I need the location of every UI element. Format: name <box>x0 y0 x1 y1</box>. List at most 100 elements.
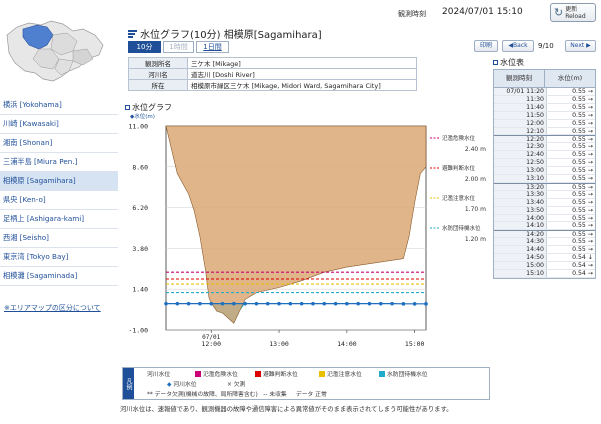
standby-swatch <box>379 371 385 377</box>
sidebar-item-miura[interactable]: 三浦半島 [Miura Pen.] <box>0 153 118 172</box>
row-time: 14:30 <box>494 238 547 245</box>
danger-swatch <box>195 371 201 377</box>
back-button[interactable]: ◀Back <box>502 40 534 52</box>
row-level: 0.55 → <box>572 167 593 175</box>
sidebar-item-ken-o[interactable]: 県央 [Ken-o] <box>0 191 118 210</box>
y-tick-label: 6.20 <box>132 204 148 212</box>
row-time: 12:10 <box>494 127 547 135</box>
row-level: 0.55 → <box>572 198 593 206</box>
reload-label-en: Reload <box>565 12 586 20</box>
row-level: 0.54 ↓ <box>572 254 593 262</box>
table-row: 13:00 0.55 → <box>494 167 595 175</box>
legend-normal-note: 正常 <box>315 392 327 398</box>
tab-1hour: 1時間 <box>163 41 194 53</box>
row-level: 0.55 → <box>572 214 593 222</box>
location-value: 相模原市緑区三ケ木 [Mikage, Midori Ward, Sagamiha… <box>187 79 417 91</box>
area-map-info-link[interactable]: ※エリアマップの区分について <box>4 303 101 313</box>
chart-title-text: 水位グラフ <box>132 103 172 112</box>
water-level-point <box>277 301 281 306</box>
water-level-point <box>311 301 315 306</box>
threshold-name: 氾濫注意水位 <box>442 194 476 202</box>
water-level-table-body: 07/01 11:20 0.55 → 11:30 0.55 → 11:40 0.55 → 1… <box>493 88 596 279</box>
row-time: 15:10 <box>494 269 547 277</box>
table-row: 14:30 0.55 → <box>494 238 595 247</box>
row-level: 0.55 → <box>572 103 593 111</box>
row-level: 0.55 → <box>572 143 593 151</box>
row-time: 12:30 <box>494 143 547 150</box>
sidebar-item-kawasaki[interactable]: 川崎 [Kawasaki] <box>0 115 118 134</box>
station-row-location: 所在 相模原市緑区三ケ木 [Mikage, Midori Ward, Sagam… <box>128 79 417 91</box>
row-time: 13:20 <box>494 183 547 191</box>
legend-evac-text: 避難判断水位 <box>263 372 298 378</box>
row-time: 15:00 <box>494 261 547 269</box>
water-level-point <box>164 301 168 306</box>
page-title-text: 水位グラフ(10分) 相模原[Sagamihara] <box>140 30 322 41</box>
reload-button[interactable]: ↻ 更新 Reload <box>550 3 596 22</box>
print-button[interactable]: 印刷 <box>474 40 498 52</box>
sidebar-item-sagamihara[interactable]: 相模原 [Sagamihara] <box>0 172 118 191</box>
page-counter: 9/10 <box>538 42 554 50</box>
location-key: 所在 <box>128 79 188 91</box>
row-level: 0.55 → <box>572 159 593 167</box>
water-level-point <box>265 301 270 306</box>
water-level-point <box>186 301 191 306</box>
legend-danger: 氾濫危険水位 <box>195 369 238 378</box>
legend-standby-text: 水防団待機水位 <box>387 372 428 378</box>
row-level: 0.55 → <box>572 111 593 119</box>
sidebar-item-ashigara-kami[interactable]: 足柄上 [Ashigara-kami] <box>0 210 118 229</box>
area-map[interactable] <box>3 15 111 89</box>
threshold-value: 1.20 m <box>465 236 486 243</box>
water-level-point <box>254 301 259 306</box>
title-bars-icon <box>128 29 137 39</box>
tab-10min[interactable]: 10分 <box>128 41 161 53</box>
tab-1day[interactable]: 1日間 <box>196 41 229 53</box>
row-level: 0.55 → <box>572 119 593 127</box>
row-level: 0.55 → <box>572 88 593 95</box>
table-row: 12:30 0.55 → <box>494 143 595 152</box>
station-name-key: 観測所名 <box>128 57 188 69</box>
row-time: 12:20 <box>494 136 547 143</box>
sidebar-item-shonan[interactable]: 湘南 [Shonan] <box>0 134 118 153</box>
water-level-point <box>175 301 180 306</box>
sidebar-item-seisho[interactable]: 西湘 [Seisho] <box>0 229 118 248</box>
evac-swatch <box>255 371 261 377</box>
row-time: 13:10 <box>494 174 547 182</box>
y-tick-label: 11.00 <box>128 123 148 131</box>
legend-danger-text: 氾濫危険水位 <box>203 372 238 378</box>
legend-double-star: ** <box>147 392 153 398</box>
water-level-point <box>424 302 428 306</box>
sidebar-item-yokohama[interactable]: 横浜 [Yokohama] <box>0 96 118 115</box>
water-level-point <box>232 301 236 306</box>
row-time: 13:50 <box>494 206 547 214</box>
threshold-name: 水防団待機水位 <box>442 224 481 232</box>
row-level: 0.55 → <box>572 190 593 198</box>
river-name-value: 道志川 [Doshi River] <box>187 68 417 80</box>
row-time: 07/01 11:20 <box>494 88 547 95</box>
table-row: 13:10 0.55 → <box>494 174 595 183</box>
caution-swatch <box>319 371 325 377</box>
table-row: 07/01 11:20 0.55 → <box>494 88 595 96</box>
legend-evac: 避難判断水位 <box>255 369 298 378</box>
sidebar-item-sagaminada[interactable]: 相模灘 [Sagaminada] <box>0 267 118 286</box>
row-level: 0.55 → <box>572 238 593 246</box>
row-level: 0.54 → <box>572 261 593 269</box>
water-level-point <box>220 301 225 306</box>
x-tick-label: 12:00 <box>201 340 221 348</box>
threshold-value: 2.40 m <box>465 146 486 153</box>
threshold-value: 1.70 m <box>465 206 486 213</box>
water-level-point <box>288 301 293 306</box>
row-level: 0.55 → <box>572 151 593 159</box>
table-row: 14:10 0.55 → <box>494 222 595 231</box>
row-level: 0.55 → <box>572 136 593 144</box>
chart-legend: 凡例 河川水位 氾濫危険水位 避難判断水位 氾濫注意水位 水防団待機水位 ◆ 河… <box>122 367 490 400</box>
next-button[interactable]: Next ▶ <box>565 40 596 52</box>
table-row: 11:50 0.55 → <box>494 111 595 120</box>
table-row: 13:20 0.55 → <box>494 182 595 191</box>
water-level-point <box>299 301 304 306</box>
row-time: 12:00 <box>494 119 547 127</box>
water-level-point <box>345 301 349 306</box>
table-row: 14:50 0.54 ↓ <box>494 254 595 262</box>
table-row: 15:00 0.54 → <box>494 261 595 270</box>
sidebar-item-tokyo-bay[interactable]: 東京湾 [Tokyo Bay] <box>0 248 118 267</box>
row-level: 0.54 → <box>572 269 593 277</box>
